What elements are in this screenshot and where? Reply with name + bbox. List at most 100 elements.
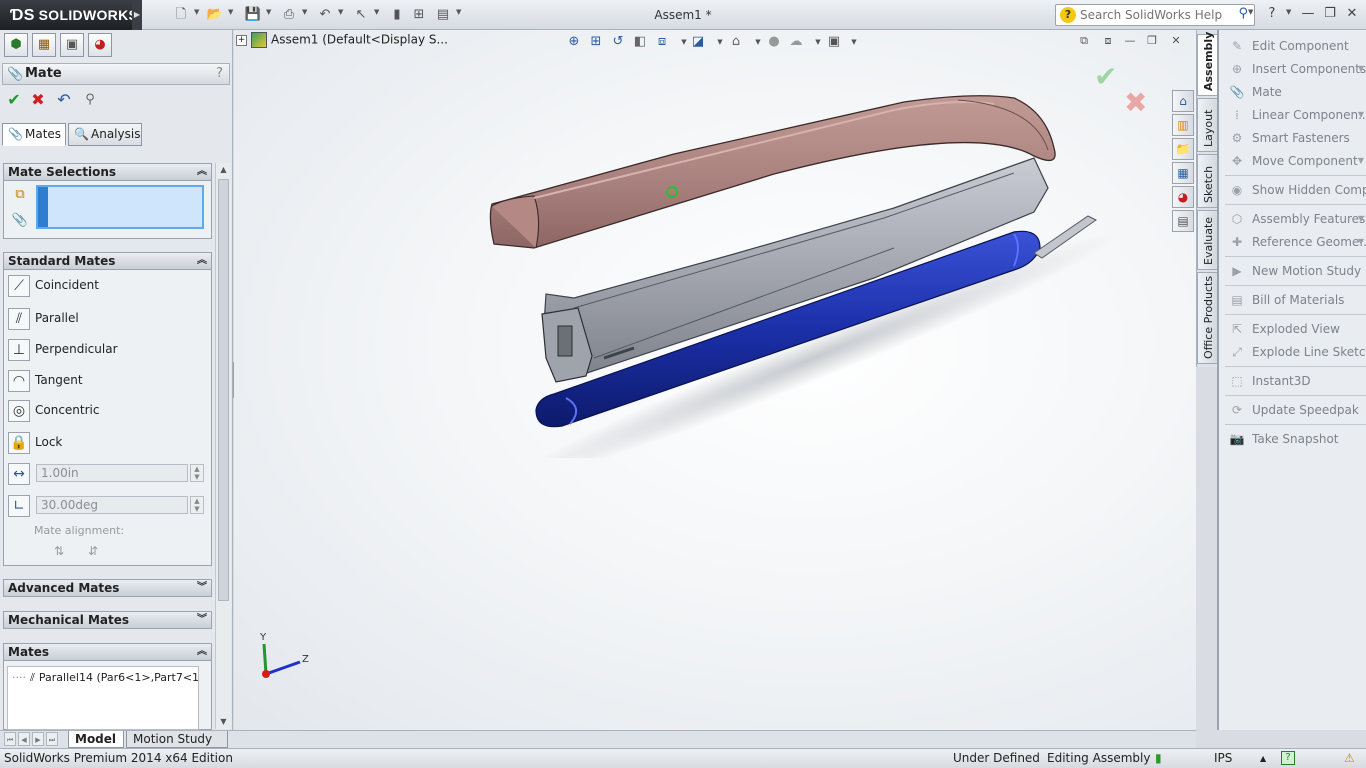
feature-manager-tab-icon[interactable]: ⬢ (4, 33, 28, 57)
multi-mate-icon[interactable]: 📎 (10, 211, 30, 231)
stapler-model[interactable] (474, 58, 1114, 458)
open-folder-icon[interactable]: 📂 (206, 6, 224, 24)
undo-dropdown-icon[interactable]: ▼ (338, 8, 343, 16)
advanced-mates-header[interactable]: Advanced Mates ︾ (3, 579, 212, 597)
view-palette-icon[interactable]: ▦ (1172, 162, 1194, 184)
custom-properties-icon[interactable]: ▤ (1172, 210, 1194, 232)
mate-concentric[interactable]: ◎ Concentric (4, 397, 211, 425)
tab-office-products[interactable]: Office Products (1197, 272, 1219, 364)
restore-icon[interactable]: ❐ (1320, 5, 1340, 23)
insert-components-button[interactable]: ⊕ Insert Components ▼ (1225, 58, 1366, 80)
aligned-icon[interactable]: ⇅ (48, 544, 70, 562)
minimize-icon[interactable]: — (1298, 5, 1318, 23)
dropdown-arrow-icon[interactable]: ▼ (1358, 231, 1364, 253)
status-help-icon[interactable]: ? (1281, 751, 1295, 765)
appearances-icon[interactable]: ◕ (1172, 186, 1194, 208)
tab-layout[interactable]: Layout (1197, 98, 1219, 152)
view-settings-icon[interactable]: ▣ (824, 32, 844, 52)
notification-icon[interactable]: ⚠ (1344, 749, 1355, 768)
exploded-view-button[interactable]: ⇱ Exploded View (1225, 318, 1366, 340)
save-icon[interactable]: 💾 (244, 6, 262, 24)
new-dropdown-icon[interactable]: ▼ (194, 8, 199, 16)
zoom-to-fit-icon[interactable]: ⊕ (564, 32, 584, 52)
configuration-manager-tab-icon[interactable]: ▣ (60, 33, 84, 57)
tab-sketch[interactable]: Sketch (1197, 154, 1219, 208)
mates-header[interactable]: Mates ︽ (3, 643, 212, 661)
solidworks-resources-icon[interactable]: ⌂ (1172, 90, 1194, 112)
design-library-icon[interactable]: ▥ (1172, 114, 1194, 136)
new-document-icon[interactable]: 🗋 (172, 6, 190, 24)
viewport-minimize-icon[interactable]: — (1122, 34, 1138, 48)
options-dropdown-icon[interactable]: ▼ (456, 8, 461, 16)
tab-motion-study-1[interactable]: Motion Study 1 (126, 731, 228, 762)
close-icon[interactable]: ✕ (1342, 5, 1362, 23)
display-manager-tab-icon[interactable]: ◕ (88, 33, 112, 57)
file-properties-icon[interactable]: ⊞ (410, 6, 428, 24)
mate-selections-header[interactable]: Mate Selections ︽ (3, 163, 212, 181)
view-settings-dropdown-icon[interactable]: ▼ (844, 32, 864, 52)
pushpin-icon[interactable]: ⚲ (80, 90, 100, 110)
ok-check-icon[interactable]: ✔ (4, 90, 24, 110)
pm-help-button[interactable]: ? (216, 64, 223, 84)
scroll-down-icon[interactable]: ▼ (216, 715, 231, 729)
tab-evaluate[interactable]: Evaluate (1197, 210, 1219, 270)
dropdown-arrow-icon[interactable]: ▼ (1358, 150, 1364, 172)
scroll-thumb[interactable] (218, 179, 229, 601)
move-component-button[interactable]: ✥ Move Component ▼ (1225, 150, 1366, 172)
undo-icon[interactable]: ↶ (316, 6, 334, 24)
viewport-tile-icon[interactable]: ⧈ (1100, 34, 1116, 48)
tab-analysis[interactable]: 🔍 Analysis (68, 123, 142, 146)
section-view-icon[interactable]: ◧ (630, 32, 650, 52)
collapse-chevron-icon[interactable]: ︽ (197, 164, 207, 180)
view-orientation-icon[interactable]: ⧈ (652, 32, 672, 52)
viewport-split-icon[interactable]: ⧉ (1076, 34, 1092, 48)
collapse-chevron-icon[interactable]: ︽ (197, 644, 207, 660)
expand-chevron-icon[interactable]: ︾ (197, 580, 207, 596)
smart-fasteners-button[interactable]: ⚙ Smart Fasteners (1225, 127, 1366, 149)
show-hidden-components-button[interactable]: ◉ Show Hidden Comp... (1225, 179, 1366, 201)
help-search-input[interactable] (1080, 7, 1228, 23)
zoom-to-area-icon[interactable]: ⊞ (586, 32, 606, 52)
bill-of-materials-button[interactable]: ▤ Bill of Materials (1225, 289, 1366, 311)
take-snapshot-button[interactable]: 📷 Take Snapshot (1225, 428, 1366, 450)
select-dropdown-icon[interactable]: ▼ (374, 8, 379, 16)
mate-tangent[interactable]: ◠ Tangent (4, 367, 211, 395)
units-dropdown-icon[interactable]: ▲ (1260, 749, 1266, 768)
mate-button[interactable]: 📎 Mate (1225, 81, 1366, 103)
save-dropdown-icon[interactable]: ▼ (266, 8, 271, 16)
graphics-area[interactable]: + Assem1 (Default<Display S... ⊕ ⊞ ↺ ◧ ⧈ … (234, 30, 1196, 730)
instant3d-button[interactable]: ⬚ Instant3D (1225, 370, 1366, 392)
dropdown-arrow-icon[interactable]: ▼ (1358, 58, 1364, 80)
confirm-cancel-icon[interactable]: ✖ (1124, 86, 1147, 119)
tab-mates[interactable]: 📎 Mates (2, 123, 66, 146)
mechanical-mates-header[interactable]: Mechanical Mates ︾ (3, 611, 212, 629)
dropdown-arrow-icon[interactable]: ▼ (1358, 104, 1364, 126)
next-tab-arrow-icon[interactable]: ▶ (32, 732, 44, 746)
tab-assembly[interactable]: Assembly (1197, 32, 1219, 96)
prev-tab-arrow-icon[interactable]: ◀ (18, 732, 30, 746)
distance-spinner[interactable]: ▲ ▼ (190, 464, 204, 482)
list-item[interactable]: ···· ⫽ Parallel14 (Par6<1>,Part7<1: (12, 671, 198, 685)
explode-line-sketch-button[interactable]: ⤢ Explode Line Sketch (1225, 341, 1366, 363)
print-icon[interactable]: ⎙ (280, 6, 298, 24)
standard-mates-header[interactable]: Standard Mates ︽ (3, 252, 212, 270)
mate-lock[interactable]: 🔒 Lock (4, 429, 211, 457)
property-manager-tab-icon[interactable]: ▦ (32, 33, 56, 57)
open-dropdown-icon[interactable]: ▼ (228, 8, 233, 16)
help-menu-icon[interactable]: ? (1262, 5, 1282, 23)
reference-geometry-button[interactable]: ✚ Reference Geome... ▼ (1225, 231, 1366, 253)
help-search-box[interactable]: ? ⚲ (1055, 4, 1255, 26)
distance-icon[interactable]: ↔ (8, 463, 30, 485)
entities-to-mate-field[interactable] (36, 185, 204, 229)
anti-aligned-icon[interactable]: ⇵ (82, 544, 104, 562)
undo-icon[interactable]: ↶ (54, 90, 74, 110)
hide-show-items-icon[interactable]: ⌂ (726, 32, 746, 52)
cancel-x-icon[interactable]: ✖ (28, 90, 48, 110)
file-explorer-icon[interactable]: 📁 (1172, 138, 1194, 160)
print-dropdown-icon[interactable]: ▼ (302, 8, 307, 16)
status-units[interactable]: IPS (1214, 749, 1232, 768)
viewport-close-icon[interactable]: ✕ (1168, 34, 1184, 48)
select-arrow-icon[interactable]: ↖ (352, 6, 370, 24)
search-dropdown-icon[interactable]: ▼ (1248, 8, 1253, 16)
menu-expand-arrow[interactable]: ▶ (132, 0, 142, 30)
